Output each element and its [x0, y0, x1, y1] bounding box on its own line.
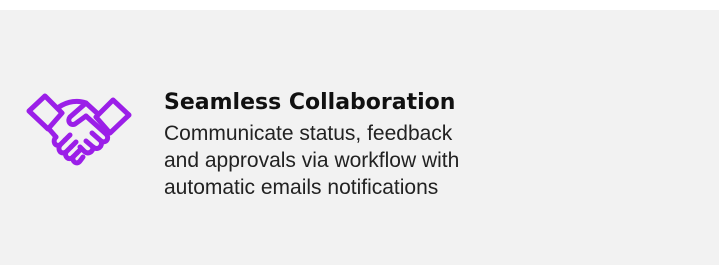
feature-card: Seamless Collaboration Communicate statu…	[0, 10, 719, 265]
feature-description: Communicate status, feedback and approva…	[164, 120, 624, 201]
feature-text: Seamless Collaboration Communicate statu…	[164, 88, 624, 201]
description-line: Communicate status, feedback	[164, 122, 453, 145]
handshake-icon	[26, 89, 132, 169]
description-line: and approvals via workflow with	[164, 149, 460, 172]
description-line: automatic emails notifications	[164, 176, 439, 199]
feature-title: Seamless Collaboration	[164, 90, 456, 115]
